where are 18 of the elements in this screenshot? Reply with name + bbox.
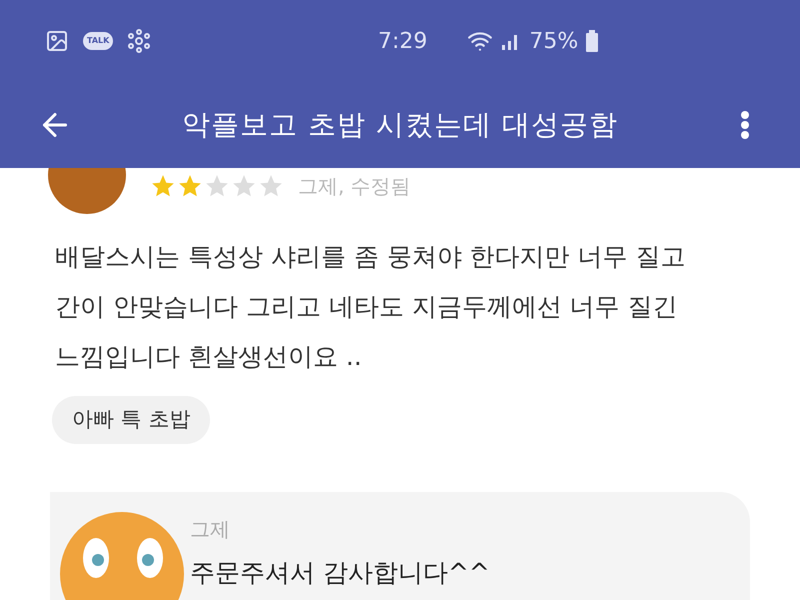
star-icon [204, 173, 230, 199]
reply-text: 주문주셔서 감사합니다^^ [190, 556, 490, 588]
review-date: 그제, 수정됨 [298, 173, 411, 200]
battery-percent: 75% [529, 28, 578, 56]
star-icon [177, 173, 203, 199]
star-icon [258, 173, 284, 199]
review-text: 배달스시는 특성상 샤리를 좀 뭉쳐야 한다지만 너무 질고 간이 안맞습니다 그리고 네타도 지금두께에선 너무 질긴 느낌입니다 흰살생선이요 .. [54, 241, 687, 373]
battery-icon [586, 30, 598, 52]
gallery-icon [45, 29, 69, 53]
chat-badge: TALK [83, 32, 114, 50]
network-icon [127, 29, 152, 53]
menu-icon [741, 111, 749, 139]
reply-date: 그제 [190, 516, 231, 542]
page-title: 악플보고 초밥 시켰는데 대성공함 [181, 107, 619, 143]
menu-tag: 아빠 특 초밥 [52, 396, 210, 444]
clock-time: 7:29 [378, 28, 428, 56]
star-icon [150, 173, 176, 199]
star-icon [231, 173, 257, 199]
